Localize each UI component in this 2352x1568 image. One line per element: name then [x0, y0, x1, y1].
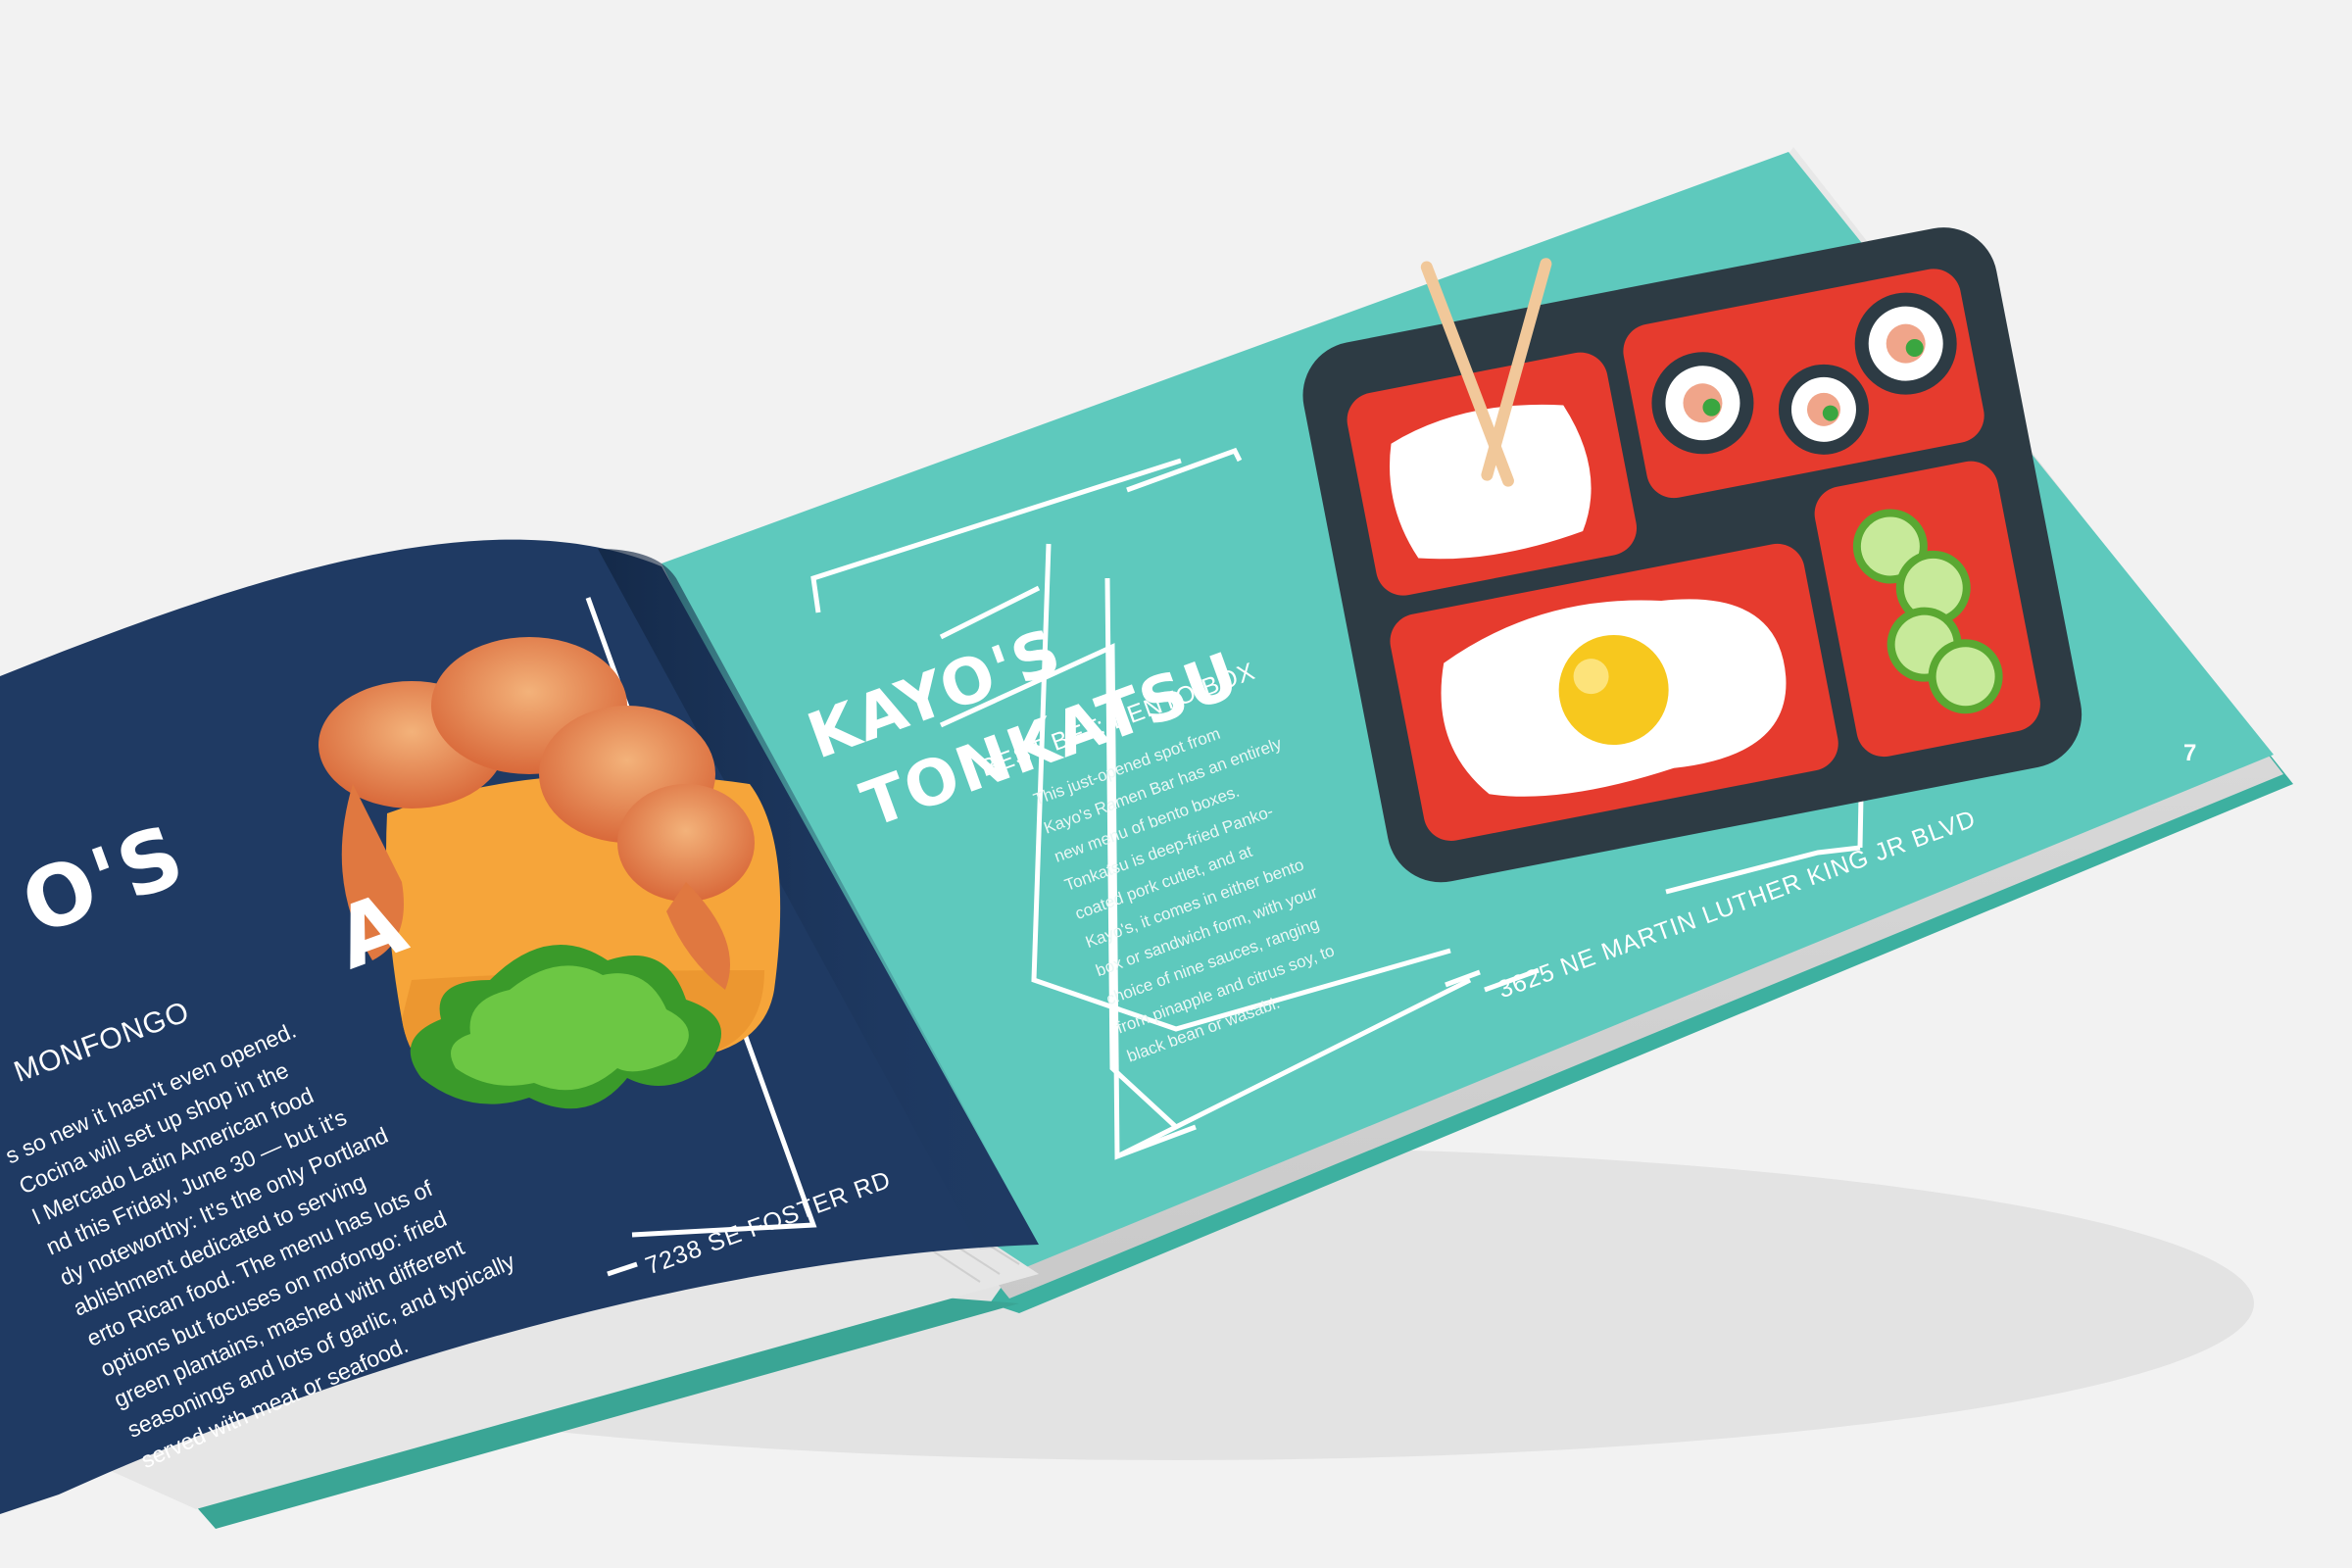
book-illustration	[0, 147, 2293, 1529]
